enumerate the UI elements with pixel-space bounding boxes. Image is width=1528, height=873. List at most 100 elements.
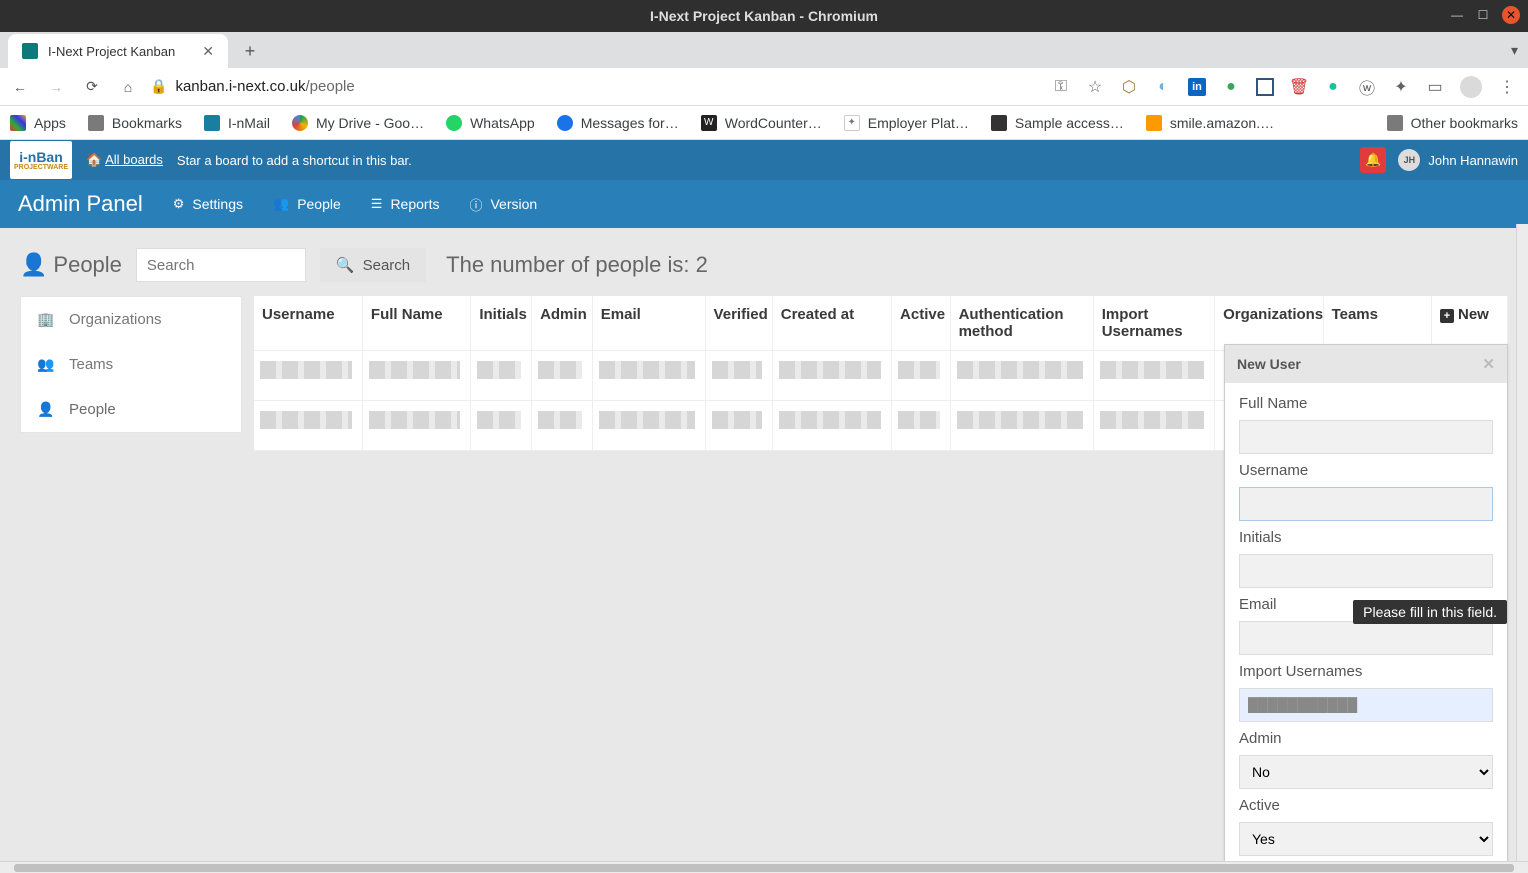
- validation-tooltip: Please fill in this field.: [1353, 600, 1507, 624]
- close-icon[interactable]: ✕: [1482, 355, 1495, 373]
- app-logo[interactable]: i-nBanPROJECTWARE: [10, 141, 72, 179]
- content-area: 👤People 🔍Search The number of people is:…: [0, 228, 1528, 471]
- sidebar-item-label: People: [69, 401, 116, 418]
- back-button[interactable]: ←: [6, 73, 34, 101]
- tab-close-icon[interactable]: ✕: [202, 43, 214, 60]
- scrollbar-vertical[interactable]: [1516, 224, 1528, 861]
- bookmark-item[interactable]: Sample access…: [991, 115, 1124, 131]
- close-window-icon[interactable]: ✕: [1502, 6, 1520, 24]
- initials-field[interactable]: [1239, 554, 1493, 588]
- bookmark-apps[interactable]: Apps: [10, 115, 66, 131]
- scrollbar-thumb[interactable]: [14, 864, 1514, 872]
- omnibox[interactable]: 🔒 kanban.i-next.co.uk/people: [150, 73, 1044, 101]
- chrome-menu-icon[interactable]: ⋮: [1498, 78, 1516, 96]
- trash-icon[interactable]: 🗑: [1290, 78, 1308, 96]
- username-field[interactable]: [1239, 487, 1493, 521]
- minimize-icon[interactable]: —: [1450, 8, 1464, 22]
- nav-label: Settings: [192, 196, 243, 212]
- search-input[interactable]: [136, 248, 306, 282]
- extension-icon[interactable]: [1256, 78, 1274, 96]
- col-username[interactable]: Username: [254, 296, 362, 351]
- extension-dot-icon[interactable]: ●: [1222, 78, 1240, 96]
- search-button-label: Search: [363, 257, 411, 274]
- extension-icon[interactable]: ◐: [1154, 78, 1172, 96]
- col-import-usernames[interactable]: Import Usernames: [1093, 296, 1214, 351]
- bookmark-label: Messages for…: [581, 115, 679, 131]
- page-title-text: People: [53, 252, 122, 278]
- extensions-menu-icon[interactable]: ✦: [1392, 78, 1410, 96]
- bookmark-folder[interactable]: Bookmarks: [88, 115, 182, 131]
- col-initials[interactable]: Initials: [471, 296, 532, 351]
- col-verified[interactable]: Verified: [705, 296, 772, 351]
- nav-settings[interactable]: ⚙ Settings: [173, 196, 243, 212]
- sidebar-item-organizations[interactable]: 🏢Organizations: [21, 297, 241, 342]
- bookmark-item[interactable]: WhatsApp: [446, 115, 535, 131]
- user-menu[interactable]: JH John Hannawin: [1398, 149, 1518, 171]
- url-path: /people: [306, 78, 355, 95]
- col-teams[interactable]: Teams: [1323, 296, 1431, 351]
- all-boards-link[interactable]: 🏠 All boards: [86, 152, 163, 168]
- new-label: New: [1458, 306, 1489, 323]
- active-select[interactable]: Yes: [1239, 822, 1493, 856]
- col-active[interactable]: Active: [892, 296, 951, 351]
- bookmark-label: WhatsApp: [470, 115, 535, 131]
- bookmark-label: smile.amazon.…: [1170, 115, 1274, 131]
- admin-select[interactable]: No: [1239, 755, 1493, 789]
- col-admin[interactable]: Admin: [532, 296, 593, 351]
- new-tab-button[interactable]: +: [236, 37, 264, 65]
- label-initials: Initials: [1239, 529, 1493, 546]
- user-name: John Hannawin: [1428, 153, 1518, 168]
- search-button[interactable]: 🔍Search: [320, 248, 426, 282]
- label-import-usernames: Import Usernames: [1239, 663, 1493, 680]
- col-new[interactable]: + New: [1431, 296, 1507, 351]
- bookmark-label: Bookmarks: [112, 115, 182, 131]
- nav-people[interactable]: 👥People: [273, 196, 341, 212]
- col-created-at[interactable]: Created at: [772, 296, 891, 351]
- bookmark-item[interactable]: smile.amazon.…: [1146, 115, 1274, 131]
- nav-label: Version: [490, 196, 537, 212]
- notifications-button[interactable]: 🔔: [1360, 147, 1386, 173]
- other-bookmarks[interactable]: Other bookmarks: [1387, 115, 1518, 131]
- grammarly-icon[interactable]: ●: [1324, 78, 1342, 96]
- col-organizations[interactable]: Organizations: [1215, 296, 1323, 351]
- maximize-icon[interactable]: ☐: [1476, 8, 1490, 22]
- wordpress-icon[interactable]: ⓦ: [1358, 78, 1376, 96]
- tabs-overflow-icon[interactable]: ▾: [1511, 42, 1518, 59]
- list-icon: ☰: [371, 196, 383, 212]
- col-full-name[interactable]: Full Name: [362, 296, 470, 351]
- page-title: 👤People: [20, 252, 122, 278]
- nav-reports[interactable]: ☰Reports: [371, 196, 440, 212]
- star-icon[interactable]: ☆: [1086, 78, 1104, 96]
- linkedin-icon[interactable]: in: [1188, 78, 1206, 96]
- sitemap-icon: 🏢: [37, 311, 53, 328]
- bookmark-item[interactable]: I-nMail: [204, 115, 270, 131]
- bookmark-item[interactable]: Messages for…: [557, 115, 679, 131]
- col-auth-method[interactable]: Authentication method: [950, 296, 1093, 351]
- bookmark-item[interactable]: My Drive - Goo…: [292, 115, 424, 131]
- gear-icon: ⚙: [173, 196, 185, 212]
- person-icon: 👤: [37, 401, 53, 418]
- home-button[interactable]: ⌂: [114, 73, 142, 101]
- scrollbar-horizontal[interactable]: [0, 861, 1528, 873]
- browser-tab[interactable]: I-Next Project Kanban ✕: [8, 34, 228, 68]
- full-name-field[interactable]: [1239, 420, 1493, 454]
- import-usernames-field[interactable]: [1239, 688, 1493, 722]
- browser-toolbar: ← → ⟳ ⌂ 🔒 kanban.i-next.co.uk/people ⚿ ☆…: [0, 68, 1528, 106]
- cast-icon[interactable]: ▭: [1426, 78, 1444, 96]
- col-email[interactable]: Email: [592, 296, 705, 351]
- nav-version[interactable]: ⓘVersion: [469, 195, 537, 214]
- reload-button[interactable]: ⟳: [78, 73, 106, 101]
- sidebar-item-people[interactable]: 👤 People: [21, 387, 241, 432]
- all-boards-label: All boards: [105, 152, 163, 167]
- plus-icon: +: [1440, 309, 1454, 323]
- email-field[interactable]: [1239, 621, 1493, 655]
- bookmark-item[interactable]: WWordCounter…: [701, 115, 822, 131]
- extension-icon[interactable]: ⬡: [1120, 78, 1138, 96]
- key-icon[interactable]: ⚿: [1052, 78, 1070, 96]
- pane-header: New User ✕: [1225, 345, 1507, 383]
- os-titlebar: I-Next Project Kanban - Chromium — ☐ ✕: [0, 0, 1528, 32]
- sidebar-item-teams[interactable]: 👥Teams: [21, 342, 241, 387]
- profile-avatar-icon[interactable]: [1460, 76, 1482, 98]
- admin-subbar: Admin Panel ⚙Settings 👥People ☰Reports ⓘ…: [0, 180, 1528, 228]
- bookmark-item[interactable]: ✦Employer Plat…: [844, 115, 969, 131]
